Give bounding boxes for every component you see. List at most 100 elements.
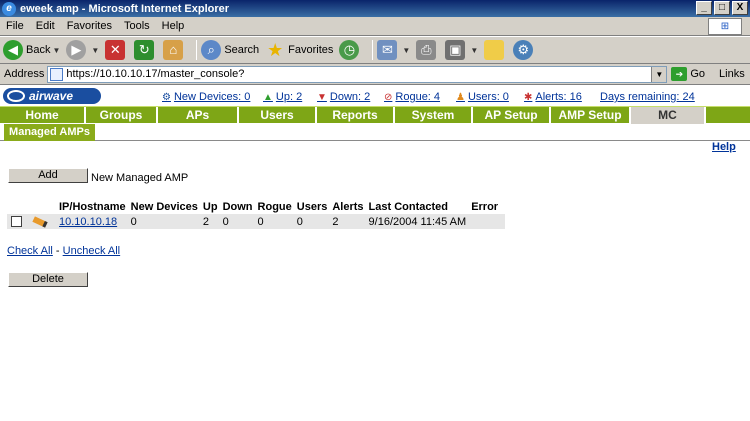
address-dropdown-icon[interactable]: ▼: [651, 66, 667, 82]
menu-tools[interactable]: Tools: [118, 20, 156, 32]
nav-home[interactable]: Home: [0, 107, 86, 124]
delete-button[interactable]: Delete: [8, 272, 88, 287]
address-bar: Address https://10.10.10.17/master_conso…: [0, 64, 750, 85]
minimize-button[interactable]: _: [696, 1, 712, 15]
users-text: Users: 0: [467, 91, 509, 103]
row-ip-cell: 10.10.10.18: [59, 214, 131, 229]
stop-button[interactable]: ✕: [105, 40, 128, 60]
discuss-button[interactable]: [484, 40, 507, 60]
table-header-row: IP/Hostname New Devices Up Down Rogue Us…: [7, 200, 505, 214]
ip-hostname-link[interactable]: 10.10.10.18: [59, 216, 117, 228]
up-arrow-icon: ▲: [263, 91, 273, 103]
up-link[interactable]: ▲ Up: 2: [263, 91, 302, 103]
links-button[interactable]: Links: [719, 68, 745, 80]
rogue-link[interactable]: ⊘ Rogue: 4: [384, 91, 440, 103]
messenger-button[interactable]: ⚙: [513, 40, 536, 60]
back-label: Back: [26, 44, 51, 56]
row-edit-cell: [32, 214, 59, 229]
home-icon: ⌂: [163, 40, 184, 60]
print-button[interactable]: ⎙: [416, 40, 439, 60]
managed-amps-table: IP/Hostname New Devices Up Down Rogue Us…: [7, 200, 506, 229]
search-button[interactable]: ⌕ Search: [201, 40, 259, 60]
row-select-cell: [7, 214, 33, 229]
search-label: Search: [224, 44, 260, 56]
up-text: Up: 2: [275, 91, 303, 103]
maximize-button[interactable]: □: [714, 1, 730, 15]
tab-managed-amps[interactable]: Managed AMPs: [4, 124, 95, 141]
ie-icon: e: [2, 1, 16, 16]
history-icon: ◷: [339, 40, 360, 60]
home-button[interactable]: ⌂: [163, 40, 186, 60]
col-ip-hostname: IP/Hostname: [59, 201, 126, 213]
nav-system[interactable]: System: [395, 107, 473, 124]
windows-logo-icon: ⊞: [708, 18, 742, 35]
page-icon: [50, 67, 64, 81]
menu-help[interactable]: Help: [156, 20, 191, 32]
forward-button[interactable]: ▶ ▼: [66, 40, 99, 60]
uncheck-all-link[interactable]: Uncheck All: [63, 245, 120, 257]
select-column-header: [7, 200, 33, 214]
table-row: 10.10.10.18 0 2 0 0 0 2 9/16/2004 11:45 …: [7, 214, 506, 229]
menu-bar: File Edit Favorites Tools Help ⊞: [0, 17, 750, 36]
row-new-devices: 0: [130, 214, 203, 229]
edit-column-header: [33, 200, 59, 214]
printer-icon: ⎙: [416, 40, 437, 60]
subtab-bar: Managed AMPs: [0, 124, 750, 141]
back-button[interactable]: ◀ Back ▼: [3, 40, 60, 60]
refresh-button[interactable]: ↻: [134, 40, 157, 60]
chevron-down-icon: ▼: [402, 45, 411, 55]
logo-text: airwave: [29, 89, 74, 103]
stop-icon: ✕: [105, 40, 126, 60]
address-label: Address: [4, 68, 45, 80]
logo-ring-icon: [7, 90, 25, 102]
user-icon: ♟: [456, 91, 465, 103]
check-separator: -: [55, 245, 60, 257]
check-all-link[interactable]: Check All: [7, 245, 53, 257]
page-content: airwave ⚙ New Devices: 0 ▲ Up: 2 ▼ Down:…: [0, 86, 750, 421]
edit-button[interactable]: ▣ ▼: [445, 40, 478, 60]
star-icon: ★: [267, 40, 284, 60]
row-rogue: 0: [257, 214, 297, 229]
go-button[interactable]: ➔ Go: [671, 67, 705, 81]
menu-file[interactable]: File: [0, 20, 30, 32]
edit-page-icon: ▣: [445, 40, 466, 60]
nav-reports[interactable]: Reports: [317, 107, 395, 124]
mail-button[interactable]: ✉ ▼: [377, 40, 410, 60]
menu-edit[interactable]: Edit: [30, 20, 61, 32]
chevron-down-icon: ▼: [52, 45, 61, 55]
alerts-link[interactable]: ✱ Alerts: 16: [524, 91, 582, 103]
nav-ap-setup[interactable]: AP Setup: [473, 107, 551, 124]
favorites-label: Favorites: [288, 44, 334, 56]
back-arrow-icon: ◀: [3, 40, 23, 60]
down-link[interactable]: ▼ Down: 2: [317, 91, 370, 103]
nav-amp-setup[interactable]: AMP Setup: [551, 107, 631, 124]
nav-groups[interactable]: Groups: [86, 107, 158, 124]
row-alerts: 2: [332, 214, 369, 229]
status-row: airwave ⚙ New Devices: 0 ▲ Up: 2 ▼ Down:…: [0, 88, 750, 105]
toolbar-separator: [372, 40, 374, 60]
add-button[interactable]: Add: [8, 168, 88, 183]
favorites-button[interactable]: ★ Favorites: [265, 40, 333, 60]
col-users: Users: [296, 201, 328, 213]
nav-aps[interactable]: APs: [158, 107, 239, 124]
col-new-devices: New Devices: [130, 201, 198, 213]
row-checkbox[interactable]: [11, 216, 22, 228]
messenger-icon: ⚙: [513, 40, 534, 60]
days-remaining-link[interactable]: Days remaining: 24: [600, 91, 695, 103]
help-link[interactable]: Help: [712, 141, 736, 153]
url-input[interactable]: https://10.10.10.17/master_console? ▼: [47, 65, 668, 83]
history-button[interactable]: ◷: [339, 40, 362, 60]
forward-arrow-icon: ▶: [66, 40, 87, 60]
window-controls: _ □ X: [696, 1, 748, 15]
nav-users[interactable]: Users: [239, 107, 317, 124]
menu-favorites[interactable]: Favorites: [61, 20, 118, 32]
col-last-contacted: Last Contacted: [368, 201, 448, 213]
url-text: https://10.10.10.17/master_console?: [66, 68, 245, 80]
new-devices-link[interactable]: ⚙ New Devices: 0: [162, 91, 250, 103]
users-link[interactable]: ♟ Users: 0: [456, 91, 509, 103]
refresh-icon: ↻: [134, 40, 155, 60]
pencil-icon[interactable]: [32, 215, 48, 228]
col-down: Down: [222, 201, 253, 213]
close-button[interactable]: X: [732, 1, 748, 15]
nav-mc[interactable]: MC: [631, 107, 706, 124]
